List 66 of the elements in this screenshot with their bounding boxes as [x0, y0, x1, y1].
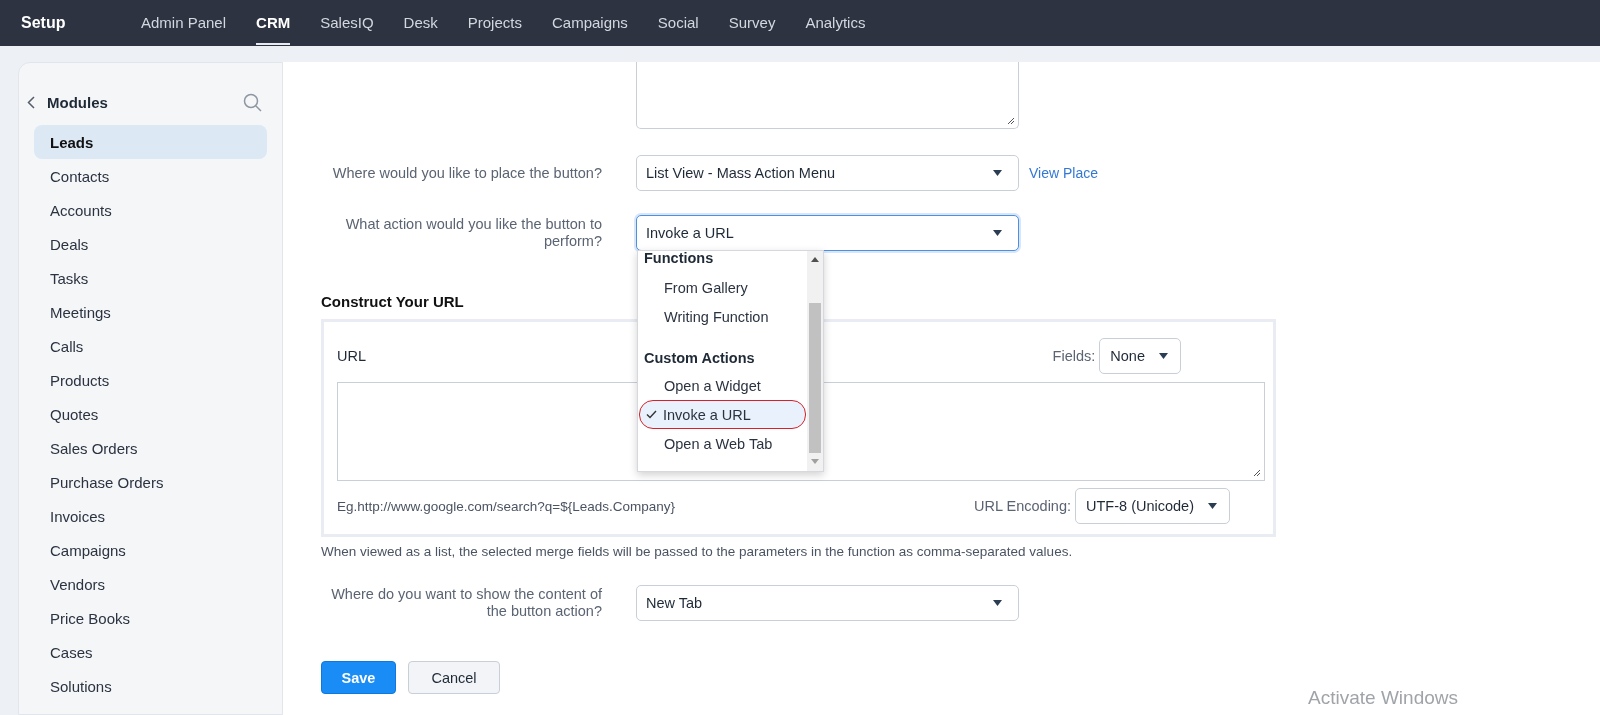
nav-tab[interactable]: Analytics [805, 1, 866, 45]
sidebar-item[interactable]: Meetings [34, 295, 267, 329]
dropdown-select[interactable]: New Tab [636, 585, 1019, 621]
sidebar-item[interactable]: Calls [34, 329, 267, 363]
sidebar-item[interactable]: Price Books [34, 601, 267, 635]
sidebar-item[interactable]: Sales Orders [34, 431, 267, 465]
help-text: When viewed as a list, the selected merge fields will be passed to the parameters in the function as comma-separated values. [321, 544, 1074, 559]
menu-item[interactable]: Invoke a URL [639, 400, 806, 429]
field-label: Where would you like to place the button? [331, 164, 602, 182]
scrollbar-thumb[interactable] [809, 303, 821, 453]
caret-icon [993, 170, 1002, 176]
back-chevron-icon[interactable] [27, 95, 35, 109]
fields-label: Fields: [1052, 348, 1096, 364]
view-place-link[interactable]: View Place [1029, 165, 1098, 181]
nav-tab[interactable]: Survey [728, 1, 776, 45]
sidebar-item[interactable]: Leads [34, 125, 267, 159]
sidebar-item[interactable]: Deals [34, 227, 267, 261]
search-icon[interactable] [243, 92, 262, 112]
dropdown-select[interactable]: Invoke a URL [636, 215, 1019, 251]
sidebar-item[interactable]: Solutions [34, 669, 267, 703]
sidebar-item[interactable]: Purchase Orders [34, 465, 267, 499]
url-encoding-label: URL Encoding: [974, 498, 1072, 514]
section-heading: Construct Your URL [321, 293, 465, 310]
menu-item[interactable]: From Gallery [639, 273, 806, 302]
fields-dropdown[interactable]: None [1099, 338, 1181, 374]
caret-icon [1159, 353, 1168, 359]
nav-tab[interactable]: SalesIQ [320, 1, 374, 45]
scroll-up-arrow-icon[interactable] [811, 257, 819, 262]
menu-item[interactable]: Writing Function [639, 302, 806, 331]
caret-icon [993, 600, 1002, 606]
activation-notice: Activate Windows [1308, 687, 1458, 709]
dropdown-select[interactable]: List View - Mass Action Menu [636, 155, 1019, 191]
sidebar-item[interactable]: Accounts [34, 193, 267, 227]
sidebar-item[interactable]: Cases [34, 635, 267, 669]
nav-tab[interactable]: Projects [467, 1, 522, 45]
field-label: Where do you want to show the content of the button action? [330, 586, 602, 620]
checkmark-icon [646, 410, 657, 419]
menu-group-title: Functions [643, 251, 715, 268]
resize-grip-icon[interactable] [1007, 117, 1015, 125]
nav-tab[interactable]: CRM [256, 1, 291, 45]
sidebar-item[interactable]: Tasks [34, 261, 267, 295]
sidebar-item[interactable]: Contacts [34, 159, 267, 193]
menu-item[interactable]: Open a Web Tab [639, 429, 806, 458]
sidebar-item[interactable]: Products [34, 363, 267, 397]
menu-group-title: Custom Actions [643, 349, 756, 368]
caret-icon [993, 230, 1002, 236]
encoding-dropdown[interactable]: UTF-8 (Unicode) [1075, 488, 1230, 524]
sidebar-item[interactable]: Vendors [34, 567, 267, 601]
sidebar-title: Modules [47, 93, 109, 111]
url-label: URL [337, 348, 366, 364]
nav-tab[interactable]: Campaigns [551, 1, 628, 45]
sidebar-item[interactable]: Quotes [34, 397, 267, 431]
sidebar-item[interactable]: Invoices [34, 499, 267, 533]
setup-title: Setup [21, 14, 67, 32]
cancel-button[interactable]: Cancel [408, 661, 500, 694]
scroll-down-arrow-icon[interactable] [811, 459, 819, 464]
menu-item[interactable]: Open a Widget [639, 371, 806, 400]
resize-grip-icon[interactable] [1253, 469, 1261, 477]
nav-tab[interactable]: Social [657, 1, 699, 45]
example-url-text: Eg.http://www.google.com/search?q=${Leads.Company} [337, 498, 676, 514]
sidebar-item[interactable]: Campaigns [34, 533, 267, 567]
nav-tab[interactable]: Desk [403, 1, 438, 45]
field-label: What action would you like the button to perform? [344, 216, 602, 250]
caret-icon [1208, 503, 1217, 509]
nav-tab[interactable]: Admin Panel [141, 1, 227, 45]
scrollbar[interactable] [807, 251, 823, 471]
